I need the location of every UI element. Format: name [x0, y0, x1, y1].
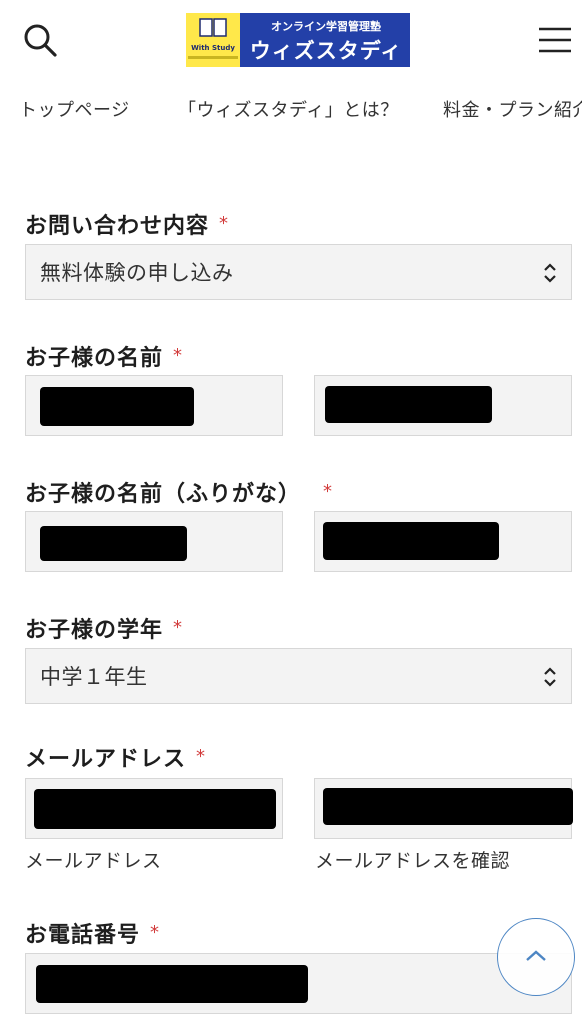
child-name-label: お子様の名前 * — [25, 345, 184, 371]
inquiry-label: お問い合わせ内容 * — [25, 213, 230, 239]
logo-tagline: オンライン学習管理塾 — [271, 20, 381, 33]
redacted-value — [40, 387, 194, 426]
search-icon[interactable] — [22, 22, 58, 58]
email-confirm-caption: メールアドレスを確認 — [315, 850, 511, 872]
required-mark: * — [173, 617, 184, 638]
child-first-name-kana-input[interactable] — [314, 511, 572, 572]
redacted-value — [323, 788, 573, 825]
nav-item-pricing[interactable]: 料金・プラン紹介 — [443, 96, 582, 122]
scroll-to-top-button[interactable] — [497, 918, 575, 996]
site-header: With Study オンライン学習管理塾 ウィズスタディ トップページ 「ウィ… — [0, 0, 582, 140]
select-updown-icon — [544, 667, 556, 687]
phone-input[interactable] — [25, 953, 572, 1014]
redacted-value — [36, 965, 308, 1003]
child-last-name-kana-input[interactable] — [25, 511, 283, 572]
email-confirm-input[interactable] — [314, 778, 573, 839]
chevron-up-icon — [526, 950, 546, 961]
required-mark: * — [196, 746, 207, 767]
select-updown-icon — [544, 263, 556, 283]
child-last-name-input[interactable] — [25, 375, 283, 436]
logo-name: ウィズスタディ — [249, 39, 403, 63]
required-mark: * — [150, 922, 161, 943]
redacted-value — [325, 386, 492, 423]
contact-form: お問い合わせ内容 * 無料体験の申し込み お子様の名前 * お子様の名前（ふりがな）… — [0, 140, 582, 1024]
child-first-name-input[interactable] — [314, 375, 572, 436]
email-input[interactable] — [25, 778, 283, 839]
redacted-value — [40, 526, 187, 561]
grade-label: お子様の学年 * — [25, 617, 184, 643]
child-name-kana-label: お子様の名前（ふりがな） * — [25, 481, 334, 507]
grade-selected-value: 中学１年生 — [40, 665, 148, 689]
redacted-value — [34, 789, 276, 829]
global-nav: トップページ 「ウィズスタディ」とは？ 料金・プラン紹介 — [0, 96, 582, 122]
required-mark: * — [323, 481, 334, 502]
required-mark: * — [219, 213, 230, 234]
logo-badge-underline — [188, 56, 238, 59]
phone-label: お電話番号 * — [25, 922, 161, 948]
required-mark: * — [173, 345, 184, 366]
email-caption: メールアドレス — [25, 850, 162, 872]
inquiry-select[interactable]: 無料体験の申し込み — [25, 244, 572, 300]
logo-badge: With Study — [186, 13, 240, 67]
nav-item-about[interactable]: 「ウィズスタディ」とは？ — [178, 96, 399, 122]
hamburger-menu-icon[interactable] — [537, 26, 573, 56]
inquiry-selected-value: 無料体験の申し込み — [40, 261, 234, 285]
logo-badge-text: With Study — [191, 44, 235, 52]
nav-item-top[interactable]: トップページ — [19, 96, 130, 122]
grade-select[interactable]: 中学１年生 — [25, 648, 572, 704]
site-logo[interactable]: With Study オンライン学習管理塾 ウィズスタディ — [186, 13, 410, 67]
book-icon — [199, 18, 227, 37]
redacted-value — [323, 522, 499, 560]
email-label: メールアドレス * — [25, 746, 207, 772]
